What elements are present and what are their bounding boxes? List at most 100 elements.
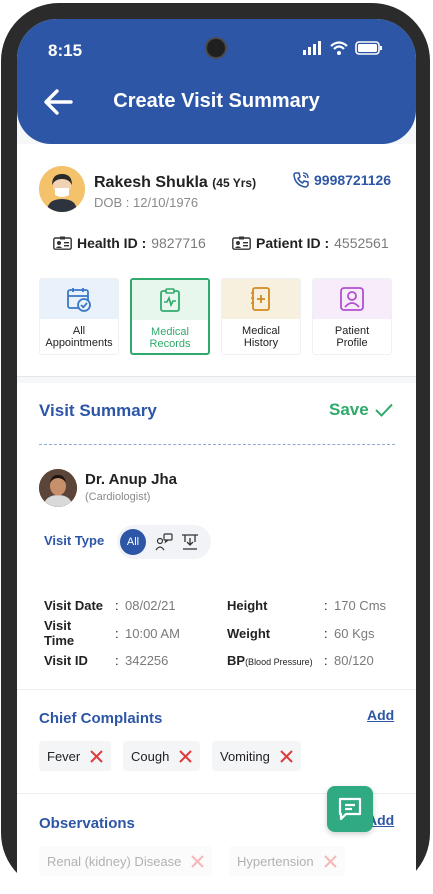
height-value: 170 Cms (334, 598, 387, 613)
bp-label: BP(Blood Pressure) (227, 653, 313, 668)
complaint-chip: Cough (123, 741, 201, 771)
visit-time-label: Visit Time (44, 618, 75, 648)
chat-consult-icon[interactable] (155, 533, 173, 551)
patient-avatar (39, 166, 85, 212)
patient-id: Patient ID : 4552561 (232, 235, 389, 251)
check-icon (374, 403, 393, 417)
chip-label: Hypertension (237, 853, 314, 869)
page-title: Create Visit Summary (113, 90, 320, 112)
tile-label-line1: Patient (334, 325, 370, 337)
tile-label-line2: Appointments (45, 337, 113, 349)
doctor-avatar (39, 469, 77, 507)
phone-call-icon (293, 172, 309, 188)
health-id-label: Health ID : (77, 235, 147, 251)
clipboard-pulse-icon (160, 288, 180, 312)
tile-medical-history[interactable]: Medical History (221, 278, 301, 355)
visit-id-value: 342256 (125, 653, 169, 668)
doctor-name: Dr. Anup Jha (85, 471, 177, 488)
quick-tiles: All Appointments Medical Records Medical Hi… (39, 278, 392, 355)
remove-x-icon[interactable] (179, 749, 193, 763)
save-label: Save (329, 400, 369, 419)
visit-type-label: Visit Type (44, 533, 105, 548)
health-id: Health ID : 9827716 (53, 235, 206, 251)
status-icons (303, 41, 383, 55)
tile-label-line2: Records (149, 338, 191, 350)
remove-x-icon[interactable] (191, 854, 205, 868)
colon: : (324, 653, 328, 668)
patient-age: (45 Yrs) (212, 176, 257, 190)
tile-label-line2: History (243, 337, 279, 349)
tile-label: Medical History (222, 325, 300, 349)
chief-complaints-title: Chief Complaints (39, 710, 163, 727)
tile-label-line1: Medical (151, 326, 189, 338)
visit-type-all-button[interactable]: All (120, 529, 146, 555)
app-header: 8:15 Create Visit Summary (17, 19, 416, 144)
patient-name: Rakesh Shukla (45 Yrs) (94, 174, 256, 192)
chip-label: Vomiting (220, 748, 270, 764)
medical-file-icon (251, 287, 270, 311)
tile-icon-area (222, 279, 300, 319)
tile-label: All Appointments (40, 325, 118, 349)
patient-id-value: 4552561 (334, 235, 389, 251)
remove-x-icon[interactable] (90, 749, 103, 763)
chip-label: Cough (131, 748, 170, 764)
visit-date-value: 08/02/21 (125, 598, 176, 613)
weight-label: Weight (227, 626, 271, 641)
app-screen: 8:15 Create Visit Summary Rakesh Shukla … (17, 19, 416, 894)
chat-fab-button[interactable] (327, 786, 373, 832)
save-button[interactable]: Save (329, 400, 393, 420)
weight-value: 60 Kgs (334, 626, 375, 641)
patient-phone[interactable]: 9998721126 (293, 172, 391, 188)
wifi-icon (330, 41, 348, 55)
tile-label: Patient Profile (313, 325, 391, 349)
colon: : (324, 626, 328, 641)
camera-notch (205, 37, 227, 59)
health-id-value: 9827716 (151, 235, 206, 251)
visit-time-value: 10:00 AM (125, 626, 180, 641)
add-complaint-link[interactable]: Add (367, 707, 394, 723)
tile-all-appointments[interactable]: All Appointments (39, 278, 119, 355)
patient-name-text: Rakesh Shukla (94, 174, 208, 191)
patient-id-label: Patient ID : (256, 235, 330, 251)
visit-type-selector: All (117, 525, 211, 559)
colon: : (115, 598, 119, 613)
patient-phone-number: 9998721126 (314, 172, 392, 188)
tile-label-line1: Medical (242, 325, 280, 337)
id-card-icon (232, 236, 251, 250)
bp-value: 80/120 (334, 653, 374, 668)
observations-title: Observations (39, 815, 135, 832)
tile-icon-area (40, 279, 118, 319)
id-card-icon (53, 236, 72, 250)
bp-label-sub: (Blood Pressure) (245, 657, 313, 667)
battery-icon (355, 41, 382, 55)
patient-card: Rakesh Shukla (45 Yrs) DOB : 12/10/1976 … (17, 144, 416, 377)
height-label: Height (227, 598, 268, 613)
dashed-divider (39, 444, 395, 445)
tile-icon-area (313, 279, 391, 319)
colon: : (115, 653, 119, 668)
tile-patient-profile[interactable]: Patient Profile (312, 278, 392, 355)
bp-label-text: BP (227, 653, 246, 668)
visit-date-label: Visit Date (44, 598, 104, 613)
complaint-chip: Vomiting (212, 741, 301, 771)
status-time: 8:15 (48, 41, 83, 60)
calendar-check-icon (67, 288, 91, 312)
remove-x-icon[interactable] (280, 749, 293, 763)
doctor-specialty: (Cardiologist) (85, 491, 151, 503)
colon: : (115, 626, 119, 641)
remove-x-icon[interactable] (323, 854, 337, 868)
signal-icon (303, 41, 321, 55)
in-clinic-icon[interactable] (181, 533, 199, 551)
complaint-chip: Fever (39, 741, 112, 771)
tile-label: Medical Records (132, 326, 208, 350)
tile-icon-area (132, 280, 208, 320)
profile-icon (340, 287, 364, 311)
tile-medical-records[interactable]: Medical Records (130, 278, 210, 355)
phone-device: 8:15 Create Visit Summary Rakesh Shukla … (0, 0, 433, 894)
chip-label: Fever (47, 748, 81, 764)
message-icon (338, 797, 362, 821)
colon: : (324, 598, 328, 613)
chip-label: Renal (kidney) Disease (47, 853, 182, 869)
visit-id-label: Visit ID (44, 653, 88, 668)
section-divider (17, 689, 416, 690)
